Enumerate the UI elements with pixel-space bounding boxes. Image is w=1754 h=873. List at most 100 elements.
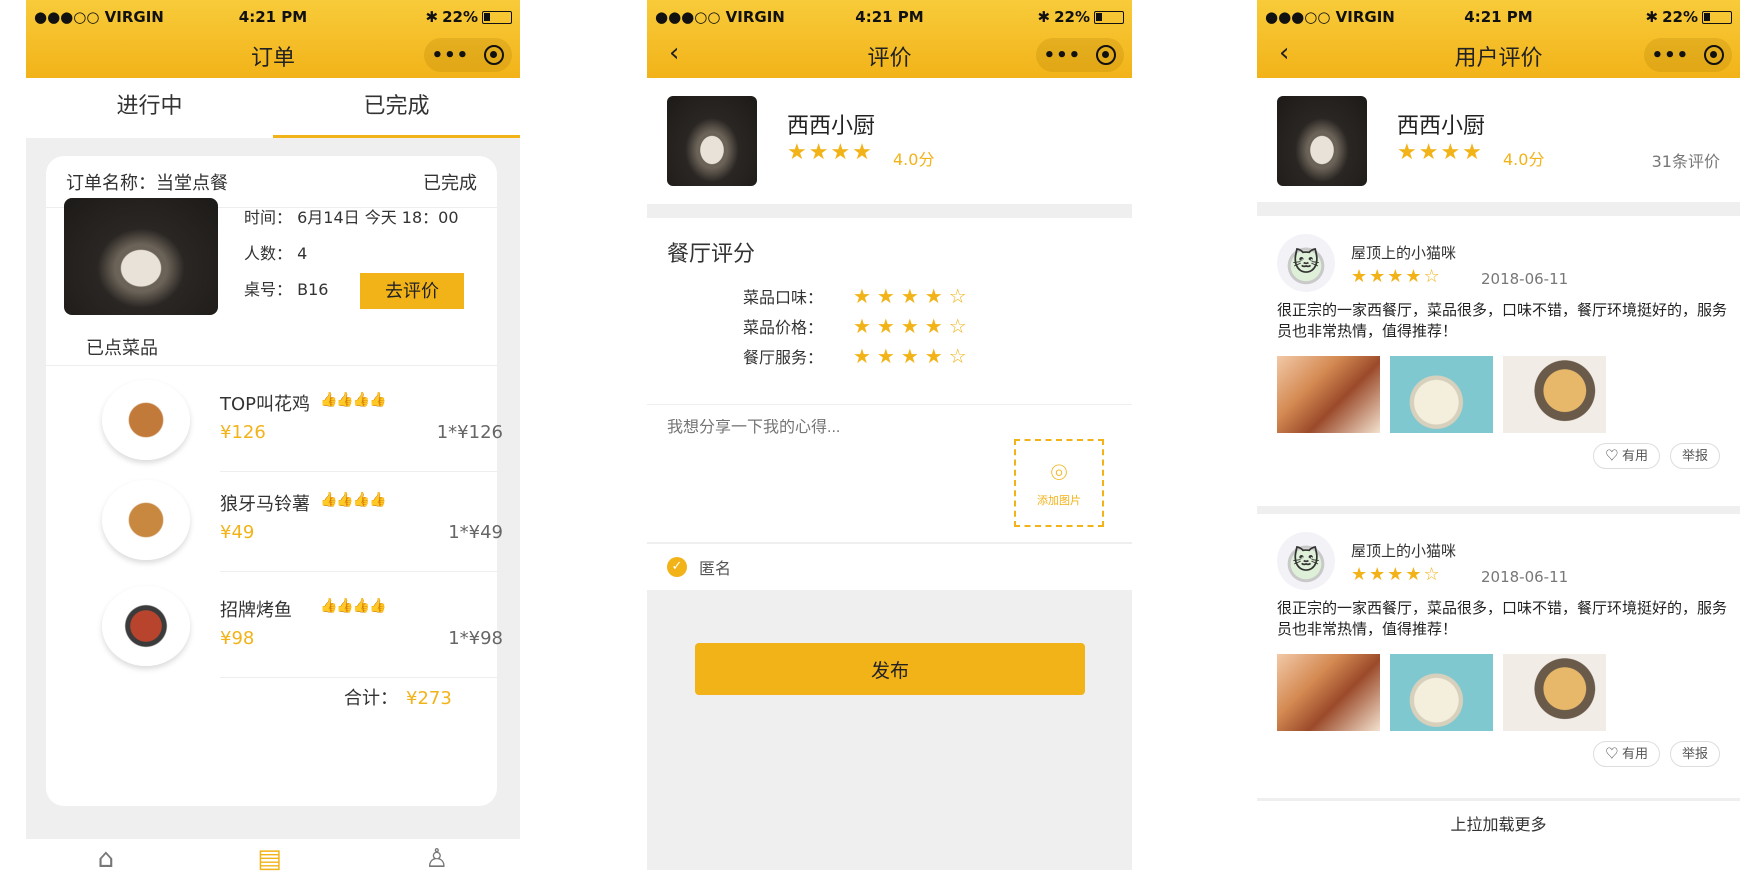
bottom-tab-bar: ⌂ ▤ ♙	[26, 839, 520, 873]
review-date: 2018-06-11	[1481, 270, 1569, 288]
review-text: 很正宗的一家西餐厅，菜品很多，口味不错，餐厅环境挺好的，服务员也非常热情，值得推…	[1277, 599, 1728, 638]
close-miniprogram-icon[interactable]	[1096, 45, 1117, 65]
report-button[interactable]: 举报	[1669, 443, 1720, 469]
dish-name: TOP叫花鸡	[220, 394, 311, 415]
battery-percent: 22%	[1662, 8, 1698, 26]
section-title: 餐厅评分	[667, 242, 756, 267]
dish-photo	[102, 380, 190, 460]
shop-score: 4.0分	[1503, 150, 1545, 169]
load-more[interactable]: 上拉加载更多	[1257, 800, 1740, 857]
order-restaurant-photo	[64, 198, 218, 315]
review-count: 31条评价	[1651, 152, 1720, 171]
rating-row-price: 菜品价格： ★★★★☆	[743, 314, 973, 338]
nav-bar: ●●●○○ VIRGIN 4:21 PM ✱ 22% ‹ 用户评价 •••	[1257, 0, 1740, 78]
dishes-label: 已点菜品	[86, 338, 158, 359]
review-card: 🐱 屋顶上的小猫咪 ★★★★☆ 2018-06-11 很正宗的一家西餐厅，菜品很…	[1257, 216, 1740, 506]
close-miniprogram-icon[interactable]	[1704, 45, 1725, 65]
miniprogram-capsule[interactable]: •••	[1036, 38, 1124, 72]
order-icon[interactable]: ▤	[257, 845, 282, 873]
dish-item: 狼牙马铃薯 👍👍👍👍 ¥49 1*¥49	[72, 462, 520, 572]
review-image[interactable]	[1277, 654, 1380, 731]
order-time: 时间： 6月14日 今天 18：00	[244, 208, 459, 227]
more-icon[interactable]: •••	[1044, 45, 1082, 66]
shop-name: 西西小厨	[1397, 114, 1486, 139]
rating-stars-input[interactable]: ★★★★☆	[853, 284, 973, 308]
go-review-button[interactable]: 去评价	[360, 273, 464, 309]
user-icon[interactable]: ♙	[425, 845, 448, 873]
restaurant-rating-section: 餐厅评分 菜品口味： ★★★★☆ 菜品价格： ★★★★☆ 餐厅服务： ★★★★☆	[647, 218, 1132, 404]
status-bar: ●●●○○ VIRGIN 4:21 PM ✱ 22%	[34, 8, 512, 28]
comment-area: ⌾ 添加图片	[647, 404, 1132, 542]
status-bar: ●●●○○ VIRGIN 4:21 PM ✱ 22%	[655, 8, 1124, 28]
dish-price: ¥126	[220, 422, 266, 443]
tab-completed[interactable]: 已完成	[273, 78, 520, 138]
comment-input[interactable]	[667, 419, 967, 437]
dish-item: TOP叫花鸡 👍👍👍👍 ¥126 1*¥126	[72, 362, 520, 472]
useful-button[interactable]: ♡ 有用	[1593, 741, 1660, 767]
check-icon[interactable]: ✓	[667, 557, 687, 577]
heart-icon: ♡	[1605, 746, 1619, 761]
battery-status: ✱ 22%	[426, 8, 512, 26]
shop-photo	[667, 96, 757, 186]
status-bar: ●●●○○ VIRGIN 4:21 PM ✱ 22%	[1265, 8, 1732, 28]
close-miniprogram-icon[interactable]	[484, 45, 505, 65]
rating-row-service: 餐厅服务： ★★★★☆	[743, 344, 973, 368]
dish-photo	[102, 480, 190, 560]
rating-label: 菜品口味：	[743, 288, 824, 307]
more-icon[interactable]: •••	[1652, 45, 1690, 66]
review-actions: ♡ 有用 举报	[1593, 443, 1720, 469]
dish-price: ¥98	[220, 628, 255, 649]
order-name: 订单名称：当堂点餐	[66, 172, 228, 194]
battery-percent: 22%	[442, 8, 478, 26]
battery-percent: 22%	[1054, 8, 1090, 26]
heart-icon: ♡	[1605, 448, 1619, 463]
dish-rating: 👍👍👍👍	[320, 492, 387, 508]
dish-price: ¥49	[220, 522, 255, 543]
publish-button[interactable]: 发布	[695, 643, 1085, 695]
review-image[interactable]	[1503, 654, 1606, 731]
review-images	[1277, 356, 1606, 433]
dish-photo	[102, 586, 190, 666]
review-image[interactable]	[1390, 356, 1493, 433]
review-image[interactable]	[1503, 356, 1606, 433]
user-reviews-screen: ●●●○○ VIRGIN 4:21 PM ✱ 22% ‹ 用户评价 ••• 西西…	[1257, 0, 1740, 857]
dish-name: 狼牙马铃薯	[220, 494, 310, 515]
rating-label: 菜品价格：	[743, 318, 824, 337]
anonymous-toggle[interactable]: ✓ 匿名	[647, 543, 1132, 590]
review-image[interactable]	[1390, 654, 1493, 731]
review-date: 2018-06-11	[1481, 568, 1569, 586]
dish-rating: 👍👍👍👍	[320, 598, 387, 614]
battery-status: ✱ 22%	[1038, 8, 1124, 26]
write-review-screen: ●●●○○ VIRGIN 4:21 PM ✱ 22% ‹ 评价 ••• 西西小厨…	[647, 0, 1132, 870]
add-photo-label: 添加图片	[1037, 494, 1081, 507]
tab-in-progress[interactable]: 进行中	[26, 78, 273, 138]
total-amount: ¥273	[406, 688, 452, 709]
miniprogram-capsule[interactable]: •••	[424, 38, 512, 72]
miniprogram-capsule[interactable]: •••	[1644, 38, 1732, 72]
shop-header: 西西小厨 ★★★★ 4.0分	[647, 78, 1132, 204]
review-image[interactable]	[1277, 356, 1380, 433]
useful-button[interactable]: ♡ 有用	[1593, 443, 1660, 469]
rating-row-taste: 菜品口味： ★★★★☆	[743, 284, 973, 308]
dish-quantity: 1*¥126	[436, 422, 503, 443]
rating-stars-input[interactable]: ★★★★☆	[853, 314, 973, 338]
review-username: 屋顶上的小猫咪	[1351, 542, 1457, 560]
report-button[interactable]: 举报	[1669, 741, 1720, 767]
nav-bar: ●●●○○ VIRGIN 4:21 PM ✱ 22% ‹ 评价 •••	[647, 0, 1132, 78]
rating-stars-input[interactable]: ★★★★☆	[853, 344, 973, 368]
review-card: 🐱 屋顶上的小猫咪 ★★★★☆ 2018-06-11 很正宗的一家西餐厅，菜品很…	[1257, 514, 1740, 798]
order-state: 已完成	[423, 172, 477, 194]
shop-header: 西西小厨 ★★★★ 4.0分 31条评价	[1257, 78, 1740, 202]
avatar: 🐱	[1277, 234, 1335, 292]
more-icon[interactable]: •••	[432, 45, 470, 66]
review-text: 很正宗的一家西餐厅，菜品很多，口味不错，餐厅环境挺好的，服务员也非常热情，值得推…	[1277, 301, 1728, 340]
useful-label: 有用	[1621, 746, 1648, 761]
home-icon[interactable]: ⌂	[98, 845, 115, 873]
dish-quantity: 1*¥98	[448, 628, 503, 649]
battery-icon	[1702, 10, 1732, 24]
add-photo-button[interactable]: ⌾ 添加图片	[1014, 439, 1104, 527]
dish-quantity: 1*¥49	[448, 522, 503, 543]
battery-icon	[1094, 10, 1124, 24]
total-label: 合计：	[344, 688, 398, 709]
anonymous-label: 匿名	[699, 559, 732, 578]
